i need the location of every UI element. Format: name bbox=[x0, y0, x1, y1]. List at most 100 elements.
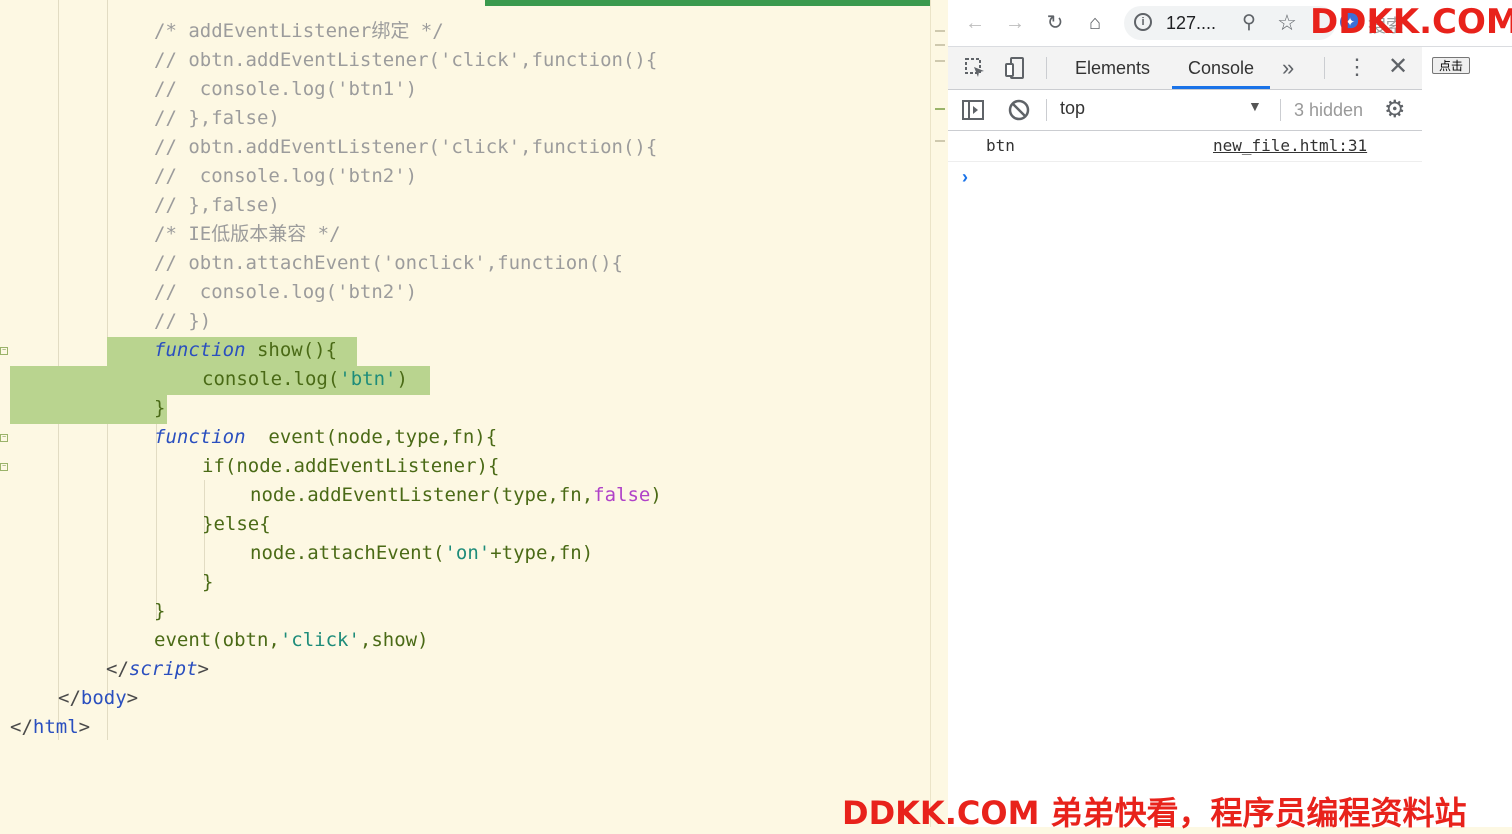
devtools-tabbar: Elements Console » ⋮ ✕ bbox=[948, 47, 1422, 90]
device-toolbar-icon[interactable] bbox=[1002, 56, 1028, 82]
keyword-function: function bbox=[154, 426, 246, 448]
selection-highlight bbox=[10, 395, 167, 424]
browser-window: ← → ↻ ⌂ i 127.... ⚲ ☆ ✦ 搜索 Elements Cons… bbox=[948, 0, 1512, 827]
site-info-icon[interactable]: i bbox=[1134, 13, 1152, 31]
page-viewport: 点击 bbox=[1422, 47, 1512, 827]
code-line: } bbox=[202, 571, 214, 593]
tab-console[interactable]: Console bbox=[1172, 47, 1271, 89]
tag-name: script bbox=[128, 658, 198, 680]
tag-name: html bbox=[32, 716, 79, 738]
code-token: </ bbox=[10, 716, 33, 738]
console-sidebar-icon[interactable] bbox=[960, 98, 986, 124]
code-editor[interactable]: − − − /* addEventListener绑定 */ // obtn.a… bbox=[0, 0, 930, 827]
keyword-function: function bbox=[154, 339, 246, 361]
console-toolbar: top ▼ 3 hidden ⚙ bbox=[948, 90, 1422, 131]
reload-icon[interactable]: ↻ bbox=[1040, 8, 1070, 38]
code-line: </html> bbox=[10, 713, 90, 742]
toolbar-divider bbox=[1324, 57, 1325, 79]
bookmark-star-icon[interactable]: ☆ bbox=[1272, 8, 1302, 38]
devtools-panel: Elements Console » ⋮ ✕ top ▼ 3 hidden ⚙ … bbox=[948, 47, 1423, 827]
console-prompt-chevron-icon[interactable]: › bbox=[962, 167, 968, 188]
code-token: ,show) bbox=[359, 629, 429, 651]
code-token: > bbox=[78, 716, 91, 738]
address-bar[interactable]: i 127.... bbox=[1124, 6, 1336, 40]
active-tab-indicator bbox=[485, 0, 930, 6]
code-line: // obtn.addEventListener('click',functio… bbox=[154, 49, 658, 71]
minimap-mark bbox=[935, 108, 945, 110]
fold-marker-icon[interactable]: − bbox=[0, 434, 8, 442]
code-token: </ bbox=[58, 687, 81, 709]
code-line: event(obtn,'click',show) bbox=[154, 626, 429, 655]
code-line: // console.log('btn2') bbox=[154, 165, 418, 187]
editor-minimap[interactable] bbox=[930, 0, 949, 827]
hidden-messages-count[interactable]: 3 hidden bbox=[1294, 100, 1363, 121]
clear-console-icon[interactable] bbox=[1006, 98, 1032, 124]
code-token: node.addEventListener(type,fn, bbox=[250, 484, 594, 506]
more-options-icon[interactable]: ⋮ bbox=[1346, 53, 1368, 81]
code-token: ) bbox=[650, 484, 662, 506]
code-token: event(obtn, bbox=[154, 629, 280, 651]
code-line: node.attachEvent('on'+type,fn) bbox=[250, 539, 593, 568]
toolbar-divider bbox=[1280, 99, 1281, 121]
code-token: </ bbox=[106, 658, 129, 680]
fold-marker-icon[interactable]: − bbox=[0, 347, 8, 355]
code-line: // console.log('btn1') bbox=[154, 78, 418, 100]
code-line: function event(node,type,fn){ bbox=[154, 423, 497, 452]
code-line: /* IE低版本兼容 */ bbox=[154, 223, 341, 245]
minimap-mark bbox=[935, 30, 945, 32]
dropdown-arrow-icon[interactable]: ▼ bbox=[1248, 98, 1262, 114]
minimap-mark bbox=[935, 44, 945, 46]
string-literal: 'click' bbox=[279, 629, 360, 651]
code-token: +type,fn) bbox=[490, 542, 594, 564]
close-devtools-icon[interactable]: ✕ bbox=[1388, 53, 1408, 81]
code-line: // console.log('btn2') bbox=[154, 281, 418, 303]
code-line: if(node.addEventListener){ bbox=[202, 455, 500, 477]
code-token: console.log( bbox=[202, 368, 340, 390]
code-line: </body> bbox=[58, 684, 138, 713]
forward-arrow-icon[interactable]: → bbox=[1000, 8, 1030, 38]
code-line: // },false) bbox=[154, 194, 280, 216]
tab-elements[interactable]: Elements bbox=[1059, 47, 1166, 89]
string-literal: 'btn' bbox=[339, 368, 397, 390]
code-line: </script> bbox=[106, 655, 209, 684]
console-settings-gear-icon[interactable]: ⚙ bbox=[1384, 96, 1406, 124]
watermark-banner: DDKK.COM 弟弟快看，程序员编程资料站 bbox=[842, 794, 1467, 832]
code-token: node.attachEvent( bbox=[250, 542, 445, 564]
code-line: }else{ bbox=[202, 513, 271, 535]
toolbar-divider bbox=[1046, 99, 1047, 121]
home-icon[interactable]: ⌂ bbox=[1080, 8, 1110, 38]
code-token: show(){ bbox=[245, 339, 338, 361]
code-token: > bbox=[126, 687, 139, 709]
code-line: /* addEventListener绑定 */ bbox=[154, 20, 444, 42]
code-line: } bbox=[154, 600, 166, 622]
boolean-literal: false bbox=[593, 484, 651, 506]
fold-marker-icon[interactable]: − bbox=[0, 463, 8, 471]
minimap-mark bbox=[935, 140, 945, 142]
console-log-row: btn new_file.html:31 bbox=[948, 131, 1422, 162]
code-line: // obtn.attachEvent('onclick',function()… bbox=[154, 252, 623, 274]
string-literal: 'on' bbox=[444, 542, 491, 564]
click-button[interactable]: 点击 bbox=[1432, 57, 1470, 74]
minimap-mark bbox=[935, 60, 945, 62]
zoom-icon[interactable]: ⚲ bbox=[1234, 8, 1264, 38]
back-arrow-icon[interactable]: ← bbox=[960, 8, 990, 38]
inspect-element-icon[interactable] bbox=[962, 56, 988, 82]
log-message: btn bbox=[986, 136, 1015, 155]
address-url: 127.... bbox=[1166, 13, 1217, 33]
code-line: // obtn.addEventListener('click',functio… bbox=[154, 136, 658, 158]
log-source-link[interactable]: new_file.html:31 bbox=[1213, 136, 1367, 155]
code-line: console.log('btn') bbox=[202, 365, 408, 394]
code-line: function show(){ bbox=[154, 336, 337, 365]
context-selector[interactable]: top bbox=[1060, 98, 1085, 119]
editor-tab-strip bbox=[0, 0, 930, 7]
console-output: btn new_file.html:31 › bbox=[948, 131, 1422, 827]
code-token: > bbox=[197, 658, 209, 680]
watermark-logo: DDKK.COM bbox=[1310, 2, 1512, 42]
code-line: node.addEventListener(type,fn,false) bbox=[250, 481, 662, 510]
code-line: // },false) bbox=[154, 107, 280, 129]
code-line: } bbox=[154, 397, 166, 419]
code-line: // }) bbox=[154, 310, 212, 332]
code-token: ) bbox=[396, 368, 408, 390]
more-tabs-chevron-icon[interactable]: » bbox=[1282, 55, 1294, 81]
toolbar-divider bbox=[1046, 57, 1047, 79]
